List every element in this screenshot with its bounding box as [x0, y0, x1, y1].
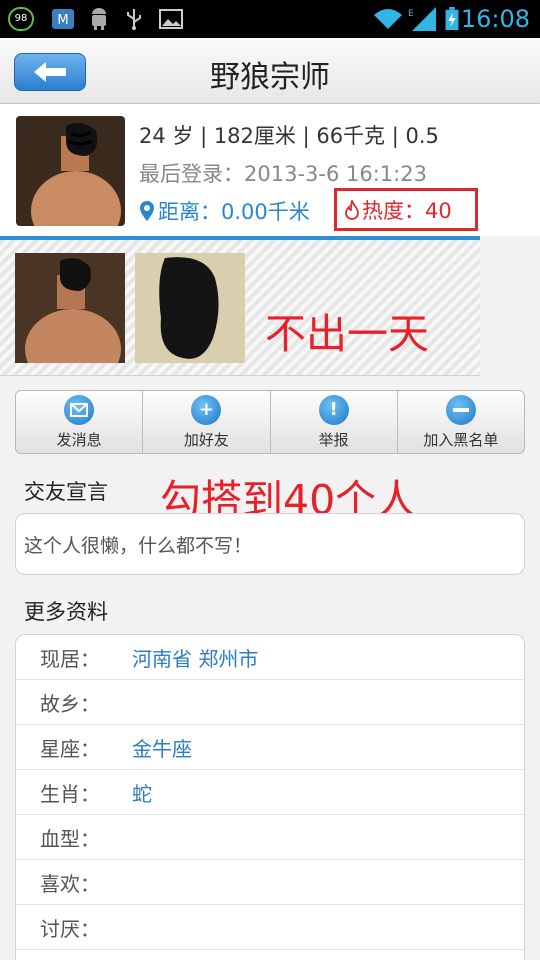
action-label: 发消息	[56, 430, 102, 449]
detail-row-hometown: 故乡：	[16, 680, 524, 725]
detail-value: 河南省 郑州市	[132, 646, 259, 671]
action-bar: 发消息 + 加好友 ! 举报 加入黑名单	[15, 390, 525, 454]
detail-key: 故乡：	[40, 691, 100, 716]
page-title: 野狼宗师	[210, 60, 330, 95]
status-time: 16:08	[460, 5, 530, 33]
title-bar: 野狼宗师	[0, 38, 540, 104]
avatar[interactable]	[16, 116, 125, 226]
image-icon	[159, 9, 183, 29]
plus-icon: +	[191, 394, 222, 425]
battery-icon	[445, 7, 459, 31]
photo-thumbnail[interactable]	[135, 253, 245, 363]
motto-heading: 交友宣言	[24, 480, 108, 504]
envelope-icon	[64, 394, 95, 425]
exclamation-icon: !	[318, 394, 349, 425]
detail-row-blood-type: 血型：	[16, 815, 524, 860]
photo-image-2	[135, 253, 245, 363]
detail-row-chinese-zodiac: 生肖： 蛇	[16, 770, 524, 815]
last-login: 最后登录：2013-3-6 16:1:23	[139, 162, 427, 186]
detail-key: 生肖：	[40, 781, 100, 806]
basic-info: 24 岁 | 182厘米 | 66千克 | 0.5	[139, 124, 439, 148]
photo-image-1	[15, 253, 125, 363]
blacklist-button[interactable]: 加入黑名单	[398, 391, 524, 453]
detail-key: 现居：	[40, 646, 100, 671]
detail-row-zodiac: 星座： 金牛座	[16, 725, 524, 770]
battery-badge-text: 98	[14, 13, 28, 24]
location-pin-icon	[140, 201, 154, 221]
add-friend-button[interactable]: + 加好友	[143, 391, 271, 453]
action-label: 举报	[318, 430, 349, 449]
avatar-photo	[16, 116, 125, 226]
annotation-text: 不出一天	[265, 310, 429, 358]
app-notification-icon: M	[52, 9, 74, 29]
send-message-button[interactable]: 发消息	[16, 391, 144, 453]
profile-card: 24 岁 | 182厘米 | 66千克 | 0.5 最后登录：2013-3-6 …	[0, 104, 540, 236]
flame-icon	[345, 199, 359, 220]
photo-thumbnail[interactable]	[15, 253, 125, 363]
detail-row-likes: 喜欢：	[16, 860, 524, 905]
details-list: 现居： 河南省 郑州市 故乡： 星座： 金牛座 生肖： 蛇 血型： 喜欢： 讨厌：	[15, 634, 525, 960]
svg-text:M: M	[57, 13, 68, 28]
photo-strip: 不出一天	[0, 240, 480, 376]
detail-key: 讨厌：	[40, 916, 100, 941]
detail-key: 血型：	[40, 826, 100, 851]
detail-row-dislikes: 讨厌：	[16, 905, 524, 950]
report-button[interactable]: ! 举报	[271, 391, 398, 453]
action-label: 加入黑名单	[423, 430, 499, 449]
wifi-icon	[374, 9, 402, 29]
minus-icon	[445, 394, 476, 425]
signal-icon: E	[408, 7, 436, 31]
heat-badge: 热度：40	[334, 188, 478, 231]
detail-value: 金牛座	[132, 736, 192, 761]
detail-row-residence: 现居： 河南省 郑州市	[16, 635, 524, 680]
distance: 距离：0.00千米	[139, 196, 310, 226]
detail-key: 星座：	[40, 736, 100, 761]
android-icon	[92, 8, 106, 30]
distance-text: 距离：0.00千米	[158, 200, 310, 224]
battery-level-icon: 98	[8, 7, 34, 31]
detail-key: 喜欢：	[40, 871, 100, 896]
usb-icon	[127, 9, 141, 30]
status-bar: 98 M E 16:08	[0, 0, 540, 38]
svg-text:E: E	[408, 9, 414, 19]
action-label: 加好友	[183, 430, 229, 449]
motto-text: 这个人很懒，什么都不写！	[15, 513, 525, 575]
heat-text: 热度：40	[362, 198, 452, 223]
detail-value: 蛇	[132, 781, 152, 806]
more-info-heading: 更多资料	[24, 600, 108, 624]
